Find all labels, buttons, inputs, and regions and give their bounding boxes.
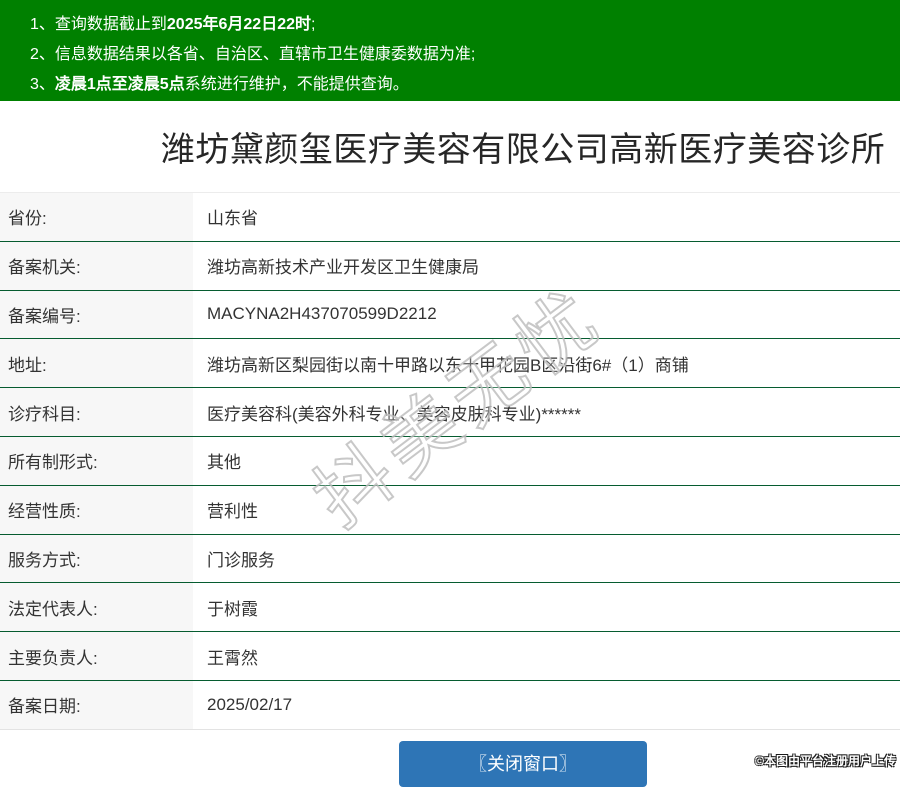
- notice-3-bold: 凌晨1点至凌晨5点: [54, 76, 185, 93]
- row-label: 服务方式:: [0, 534, 193, 583]
- table-row-address: 地址: 潍坊高新区梨园街以南十甲路以东十甲花园B区沿街6#（1）商铺: [0, 339, 900, 389]
- row-value: 潍坊高新技术产业开发区卫生健康局: [207, 258, 479, 278]
- table-row-ownership-form: 所有制形式: 其他: [0, 436, 900, 486]
- row-value: 门诊服务: [207, 550, 275, 570]
- table-row-business-nature: 经营性质: 营利性: [0, 485, 900, 535]
- notice-3-prefix: 3、: [30, 76, 55, 93]
- table-row-main-person-in-charge: 主要负责人: 王霄然: [0, 632, 900, 681]
- row-label: 主要负责人:: [0, 632, 193, 680]
- row-value: 于树霞: [207, 599, 258, 619]
- notice-1-prefix: 1、查询数据截止到: [30, 16, 167, 33]
- notice-1-bold: 2025年6月22日22时: [166, 16, 311, 33]
- table-row-legal-representative: 法定代表人: 于树霞: [0, 583, 900, 633]
- notice-1-suffix: ;: [311, 16, 316, 33]
- notice-line-1: 1、查询数据截止到2025年6月22日22时;: [30, 10, 900, 40]
- notice-line-3: 3、凌晨1点至凌晨5点系统进行维护，不能提供查询。: [30, 70, 900, 100]
- row-label: 地址:: [0, 339, 193, 388]
- notice-3-suffix: 系统进行维护，不能提供查询。: [184, 76, 409, 93]
- row-value: 营利性: [207, 502, 258, 522]
- row-value: 山东省: [207, 209, 258, 229]
- table-row-province: 省份: 山东省: [0, 193, 900, 242]
- row-label: 备案编号:: [0, 290, 193, 339]
- row-label: 备案日期:: [0, 680, 193, 729]
- row-label: 经营性质:: [0, 485, 193, 534]
- row-value: 潍坊高新区梨园街以南十甲路以东十甲花园B区沿街6#（1）商铺: [207, 355, 689, 375]
- row-label: 法定代表人:: [0, 583, 193, 632]
- notice-line-2: 2、信息数据结果以各省、自治区、直辖市卫生健康委数据为准;: [30, 40, 900, 70]
- upload-copyright: ©本图由平台注册用户上传: [755, 754, 896, 768]
- table-row-treatment-subjects: 诊疗科目: 医疗美容科(美容外科专业、美容皮肤科专业)******: [0, 388, 900, 437]
- close-window-button[interactable]: 〖关闭窗口〗: [399, 740, 647, 787]
- notice-banner: 1、查询数据截止到2025年6月22日22时; 2、信息数据结果以各省、自治区、…: [0, 0, 900, 101]
- row-label: 所有制形式:: [0, 436, 193, 485]
- row-label: 备案机关:: [0, 241, 193, 290]
- row-label: 诊疗科目:: [0, 388, 193, 436]
- page-container: 1、查询数据截止到2025年6月22日22时; 2、信息数据结果以各省、自治区、…: [0, 0, 900, 787]
- registration-table: 省份: 山东省 备案机关: 潍坊高新技术产业开发区卫生健康局 备案编号: MAC…: [0, 192, 900, 730]
- row-value: 王霄然: [207, 648, 258, 668]
- row-value: 其他: [207, 453, 241, 473]
- table-row-filing-authority: 备案机关: 潍坊高新技术产业开发区卫生健康局: [0, 241, 900, 291]
- notice-2-prefix: 2、信息数据结果以各省、自治区、直辖市卫生健康委数据为准;: [30, 46, 476, 63]
- row-value: MACYNA2H437070599D2212: [207, 304, 437, 324]
- row-label: 省份:: [0, 193, 193, 241]
- page-title: 潍坊黛颜玺医疗美容有限公司高新医疗美容诊所: [160, 131, 886, 169]
- table-row-filing-date: 备案日期: 2025/02/17: [0, 680, 900, 730]
- row-value: 2025/02/17: [207, 694, 293, 714]
- title-area: 潍坊黛颜玺医疗美容有限公司高新医疗美容诊所: [0, 101, 900, 192]
- table-row-filing-number: 备案编号: MACYNA2H437070599D2212: [0, 290, 900, 340]
- row-value: 医疗美容科(美容外科专业、美容皮肤科专业)******: [207, 404, 582, 424]
- table-row-service-mode: 服务方式: 门诊服务: [0, 534, 900, 584]
